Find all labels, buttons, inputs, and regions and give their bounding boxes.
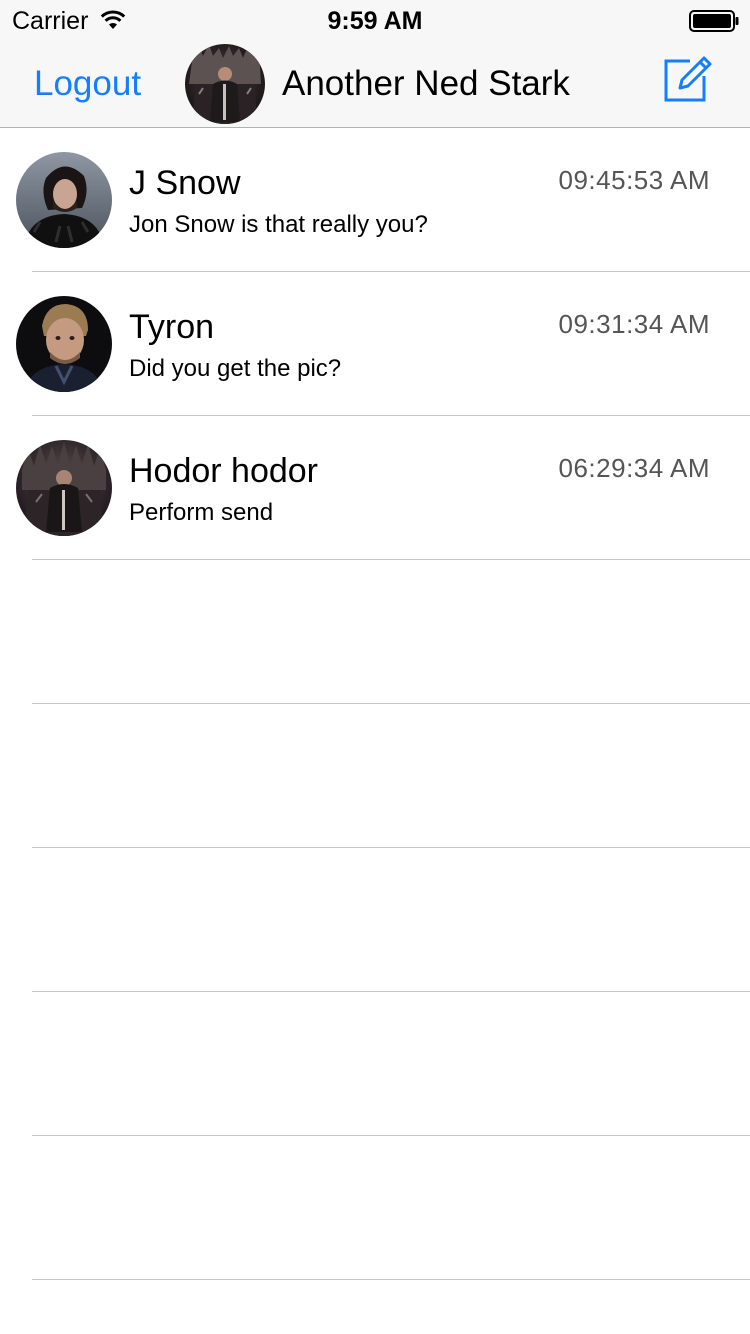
avatar (16, 296, 112, 392)
empty-row (0, 992, 750, 1136)
conversation-list: J Snow 09:45:53 AM Jon Snow is that real… (0, 128, 750, 1280)
logout-button[interactable]: Logout (34, 62, 141, 106)
row-divider (32, 1279, 750, 1280)
nav-title: Another Ned Stark (282, 64, 570, 103)
compose-icon[interactable] (660, 52, 714, 104)
status-time: 9:59 AM (327, 7, 423, 35)
empty-row (0, 560, 750, 704)
contact-name: Tyron (129, 308, 215, 346)
message-time: 09:45:53 AM (558, 165, 710, 195)
message-time: 09:31:34 AM (558, 309, 710, 339)
nav-avatar (185, 44, 265, 124)
empty-row (0, 1136, 750, 1280)
message-preview: Perform send (129, 499, 274, 526)
message-time: 06:29:34 AM (558, 453, 710, 483)
conversation-row[interactable]: Hodor hodor 06:29:34 AM Perform send (0, 416, 750, 560)
conversation-row[interactable]: J Snow 09:45:53 AM Jon Snow is that real… (0, 128, 750, 272)
top-bar: Carrier 9:59 AM Logout Another Ned Stark (0, 0, 750, 128)
message-preview: Jon Snow is that really you? (129, 211, 428, 238)
conversation-row[interactable]: Tyron 09:31:34 AM Did you get the pic? (0, 272, 750, 416)
avatar (16, 152, 112, 248)
contact-name: Hodor hodor (129, 452, 319, 490)
battery-icon (689, 10, 739, 32)
empty-row (0, 848, 750, 992)
message-preview: Did you get the pic? (129, 355, 342, 382)
avatar (16, 440, 112, 536)
empty-row (0, 704, 750, 848)
contact-name: J Snow (129, 164, 241, 202)
